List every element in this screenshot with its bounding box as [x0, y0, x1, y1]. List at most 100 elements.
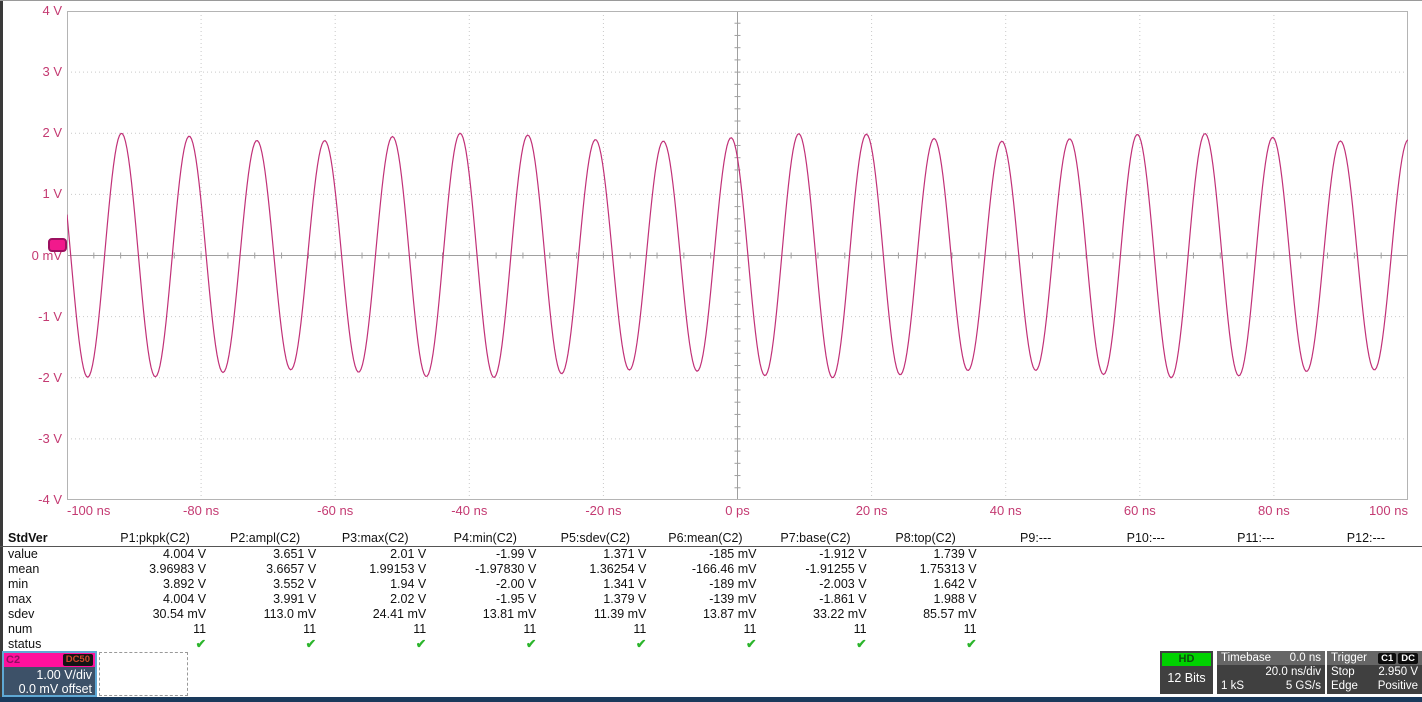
timebase-label: Timebase — [1221, 652, 1272, 664]
measure-cell — [1091, 622, 1201, 637]
measure-cell: 11 — [523, 622, 537, 636]
channel-c2-header: C2 DC50 — [4, 653, 95, 667]
measure-header-row: StdVer P1:pkpk(C2) P2:ampl(C2) P3:max(C2) P4… — [0, 530, 1422, 547]
measure-cell: 3.552 V — [273, 577, 317, 591]
measure-cell: 2.01 V — [390, 547, 427, 561]
measure-cell: 33.22 mV — [813, 607, 867, 621]
measure-cell: -1.91255 V — [805, 562, 867, 576]
y-axis-label: -2 V — [38, 369, 62, 385]
measure-cell — [1091, 577, 1201, 592]
measure-cell — [1091, 562, 1201, 577]
x-axis-label: -80 ns — [183, 503, 220, 518]
measure-column-header[interactable]: P6:mean(C2) — [650, 530, 760, 546]
measure-cell: 4.004 V — [162, 547, 207, 561]
measure-cell — [981, 562, 1091, 577]
measure-cell — [1091, 637, 1201, 652]
measure-column-header[interactable]: P10:--- — [1091, 530, 1201, 546]
window-top-edge — [0, 0, 1422, 1]
measure-row-label: sdev — [8, 607, 35, 621]
measure-cell: 1.739 V — [933, 547, 977, 561]
measure-cell: 11 — [633, 622, 647, 636]
measure-corner-label: StdVer — [8, 531, 48, 545]
measure-row-sdev: sdev 30.54 mV 113.0 mV 24.41 mV 13.81 mV 11.3… — [0, 607, 1422, 622]
trigger-descriptor[interactable]: Trigger C1 DC Stop 2.950 V Edge Positive — [1327, 651, 1422, 694]
measure-cell — [1201, 547, 1311, 562]
measure-cell: 1.988 V — [933, 592, 977, 606]
y-axis-label: 2 V — [42, 125, 62, 141]
x-axis-label: 100 ns — [1368, 503, 1408, 518]
empty-channel-slot[interactable] — [99, 652, 188, 696]
measure-row-status: status ✔ ✔ ✔ ✔ ✔ ✔ ✔ ✔ — [0, 637, 1422, 652]
measure-cell: -166.46 mV — [691, 562, 757, 576]
measure-column-header[interactable]: P2:ampl(C2) — [210, 530, 320, 546]
oscilloscope-app: 4 V3 V2 V1 V0 mV -1 V -2 V -3 V -4 V -100 ns… — [0, 0, 1422, 702]
measure-column-header[interactable]: P1:pkpk(C2) — [100, 530, 210, 546]
measure-column-header[interactable]: P3:max(C2) — [320, 530, 430, 546]
measure-cell: -189 mV — [709, 577, 757, 591]
measure-cell: 30.54 mV — [152, 607, 207, 621]
channel-name: C2 — [6, 654, 21, 666]
measure-cell — [1201, 622, 1311, 637]
measure-cell — [1311, 622, 1421, 637]
status-check-icon: ✔ — [745, 637, 757, 651]
measure-row-label: num — [8, 622, 33, 636]
status-check-icon: ✔ — [635, 637, 647, 651]
trigger-badges: C1 DC — [1378, 652, 1418, 664]
measure-column-header[interactable]: P11:--- — [1201, 530, 1311, 546]
measure-cell — [1201, 562, 1311, 577]
measure-row-min: min 3.892 V 3.552 V 1.94 V -2.00 V 1.341 V -18… — [0, 577, 1422, 592]
status-check-icon: ✔ — [305, 637, 317, 651]
y-axis-label: -1 V — [38, 308, 62, 324]
channel-scale: 1.00 V/div — [36, 668, 92, 682]
x-axis-label: -60 ns — [317, 503, 354, 518]
measure-cell — [981, 607, 1091, 622]
measure-cell: 11 — [853, 622, 867, 636]
timebase-position: 0.0 ns — [1289, 652, 1321, 664]
measure-cell: 11 — [743, 622, 757, 636]
measure-cell: 4.004 V — [162, 592, 207, 606]
measure-column-header[interactable]: P4:min(C2) — [430, 530, 540, 546]
trigger-header: Trigger C1 DC — [1327, 651, 1422, 665]
channel-offset-marker-icon[interactable] — [48, 238, 67, 252]
measure-column-header[interactable]: P5:sdev(C2) — [540, 530, 650, 546]
measure-cell: 3.991 V — [273, 592, 317, 606]
measure-row-mean: mean 3.96983 V 3.6657 V 1.99153 V -1.97830 V… — [0, 562, 1422, 577]
measure-row-max: max 4.004 V 3.991 V 2.02 V -1.95 V 1.379 V -13… — [0, 592, 1422, 607]
measure-row-num: num 11 11 11 11 11 11 11 11 — [0, 622, 1422, 637]
channel-c2-settings: 1.00 V/div 0.0 mV offset — [4, 667, 95, 696]
status-check-icon: ✔ — [195, 637, 207, 651]
measure-cell: 1.341 V — [603, 577, 647, 591]
x-axis-label: 40 ns — [989, 503, 1022, 518]
measure-cell: 113.0 mV — [263, 607, 317, 621]
coupling-badge: DC50 — [62, 654, 93, 666]
measure-cell: 1.94 V — [390, 577, 427, 591]
x-axis-label: -20 ns — [585, 503, 622, 518]
acquisition-mode-box[interactable]: HD 12 Bits — [1160, 651, 1213, 694]
measure-cell — [1311, 592, 1421, 607]
status-check-icon: ✔ — [415, 637, 427, 651]
timebase-samples: 1 kS — [1221, 680, 1245, 692]
measure-row-label: value — [8, 547, 38, 561]
measure-cell: -2.00 V — [496, 577, 537, 591]
waveform-grid[interactable] — [67, 11, 1408, 500]
measure-column-header[interactable]: P8:top(C2) — [871, 530, 981, 546]
measure-row-label: max — [8, 592, 32, 606]
timebase-descriptor[interactable]: Timebase 0.0 ns 20.0 ns/div 1 kS 5 GS/s — [1217, 651, 1325, 694]
measure-column-header[interactable]: P7:base(C2) — [760, 530, 870, 546]
timebase-scale-row: 20.0 ns/div — [1217, 665, 1325, 679]
channel-c2-descriptor[interactable]: C2 DC50 1.00 V/div 0.0 mV offset — [2, 651, 97, 697]
measure-cell: -185 mV — [709, 547, 757, 561]
timebase-rate: 5 GS/s — [1285, 680, 1321, 692]
measure-cell — [1201, 577, 1311, 592]
measure-column-header[interactable]: P12:--- — [1311, 530, 1421, 546]
status-check-icon: ✔ — [966, 637, 977, 651]
measure-cell: 11 — [193, 622, 207, 636]
measure-cell — [1091, 547, 1201, 562]
measure-cell: -2.003 V — [819, 577, 867, 591]
trigger-source-badge: C1 — [1378, 652, 1397, 664]
measure-cell: 13.87 mV — [702, 607, 757, 621]
measure-cell: 11 — [963, 622, 977, 636]
measure-column-header[interactable]: P9:--- — [981, 530, 1091, 546]
measure-cell: 13.81 mV — [482, 607, 537, 621]
trigger-mode: Stop — [1331, 666, 1355, 678]
